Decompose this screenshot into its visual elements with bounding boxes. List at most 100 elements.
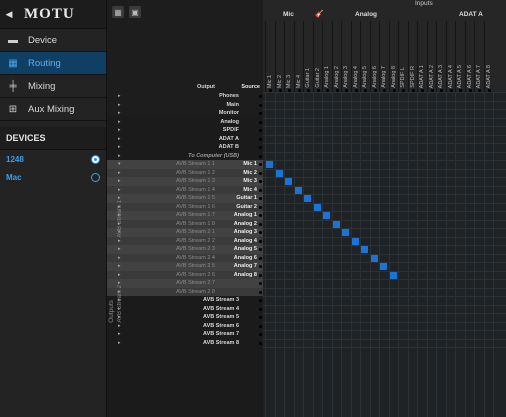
output-row-dot[interactable] <box>259 205 262 209</box>
input-column-mic-3[interactable]: Mic 3 <box>284 21 294 92</box>
output-row[interactable]: ▸ AVB Stream 1 7 Analog 1 <box>107 211 263 220</box>
expand-icon[interactable]: ▸ <box>118 169 121 178</box>
route-cell[interactable] <box>323 212 330 219</box>
output-row-dot[interactable] <box>259 265 262 268</box>
route-cell[interactable] <box>294 186 302 194</box>
output-row-dot[interactable] <box>259 248 262 251</box>
input-column-guitar-1[interactable]: Guitar 1 <box>303 21 313 92</box>
input-column-adat-a-7[interactable]: ADAT A 7 <box>474 21 484 92</box>
input-column-analog-7[interactable]: Analog 7 <box>379 21 389 92</box>
output-row-dot[interactable] <box>259 180 262 183</box>
input-column-adat-a-8[interactable]: ADAT A 8 <box>483 21 494 92</box>
nav-item-aux-mixing[interactable]: ⊞ Aux Mixing <box>0 98 106 121</box>
route-cell[interactable] <box>389 271 397 279</box>
input-column-adat-a-6[interactable]: ADAT A 6 <box>464 21 475 92</box>
output-row[interactable]: ▸ To Computer (USB) <box>107 152 263 161</box>
input-column-adat-a-4[interactable]: ADAT A 4 <box>445 21 456 92</box>
nav-item-device[interactable]: ▬ Device <box>0 29 106 52</box>
output-row-dot[interactable] <box>259 256 262 260</box>
input-column-adat-a-5[interactable]: ADAT A 5 <box>455 21 465 92</box>
output-row[interactable]: ▸ Analog <box>107 118 263 127</box>
device-item-1248[interactable]: 1248 <box>0 150 106 168</box>
expand-icon[interactable]: ▸ <box>118 237 121 246</box>
output-row-dot[interactable] <box>259 282 262 285</box>
output-row[interactable]: ▾ AVB Stream 2 1 Analog 3 <box>107 228 263 237</box>
input-column-spdif-r[interactable]: SPDIF R <box>407 21 418 92</box>
output-row-dot[interactable] <box>259 333 262 336</box>
save-icon[interactable]: ▦ <box>112 6 124 18</box>
output-row[interactable]: ▸ AVB Stream 6 <box>107 322 263 331</box>
back-icon[interactable]: ◀ <box>0 9 18 20</box>
input-column-analog-5[interactable]: Analog 5 <box>360 21 370 92</box>
output-row-dot[interactable] <box>259 231 262 234</box>
output-row[interactable]: ▸ AVB Stream 2 2 Analog 4 <box>107 236 263 246</box>
expand-icon[interactable]: ▸ <box>118 92 121 101</box>
input-column-analog-2[interactable]: Analog 2 <box>331 21 342 92</box>
output-row-dot[interactable] <box>259 307 262 311</box>
output-row[interactable]: ▸ AVB Stream 2 8 <box>107 287 263 296</box>
output-row[interactable]: ▸ AVB Stream 2 6 Analog 8 <box>107 270 263 280</box>
route-cell[interactable] <box>342 229 349 236</box>
input-column-analog-6[interactable]: Analog 6 <box>369 21 380 92</box>
output-row-dot[interactable] <box>259 163 262 166</box>
expand-icon[interactable]: ▸ <box>118 262 121 271</box>
expand-icon[interactable]: ▸ <box>118 254 121 263</box>
output-row-dot[interactable] <box>259 341 262 345</box>
expand-icon[interactable]: ▸ <box>118 177 121 186</box>
output-row[interactable]: ▸ AVB Stream 5 <box>107 313 263 322</box>
output-row-dot[interactable] <box>259 103 262 107</box>
expand-icon[interactable]: ▸ <box>118 101 121 110</box>
output-row-dot[interactable] <box>259 299 262 302</box>
expand-icon[interactable]: ▸ <box>118 322 121 331</box>
device-radio[interactable] <box>91 172 100 182</box>
output-row-dot[interactable] <box>259 154 262 158</box>
route-cell[interactable] <box>313 203 321 211</box>
route-cell[interactable] <box>266 161 273 168</box>
expand-icon[interactable]: ▸ <box>118 118 121 127</box>
expand-icon[interactable]: ▸ <box>118 339 121 348</box>
expand-icon[interactable]: ▸ <box>118 109 121 118</box>
output-row-dot[interactable] <box>259 324 262 328</box>
nav-item-routing[interactable]: ▦ Routing <box>0 52 106 75</box>
nav-item-mixing[interactable]: ╪ Mixing <box>0 75 106 98</box>
input-column-mic-1[interactable]: Mic 1 <box>265 21 275 92</box>
output-row[interactable]: ▸ AVB Stream 4 <box>107 305 263 314</box>
input-column-spdif-l[interactable]: SPDIF L <box>398 21 408 92</box>
output-row[interactable]: ▸ ADAT B <box>107 143 263 152</box>
expand-icon[interactable]: ▸ <box>118 245 121 254</box>
adat-a-group-label[interactable]: ADAT A <box>459 11 483 18</box>
expand-icon[interactable]: ▸ <box>118 271 121 280</box>
output-row-dot[interactable] <box>259 273 262 277</box>
lock-icon[interactable]: ▣ <box>129 6 141 18</box>
route-cell[interactable] <box>351 237 359 245</box>
output-row[interactable]: ▸ AVB Stream 2 5 Analog 7 <box>107 262 263 271</box>
output-row[interactable]: ▸ AVB Stream 2 4 Analog 6 <box>107 253 263 263</box>
output-row[interactable]: ▸ AVB Stream 1 3 Mic 3 <box>107 177 263 186</box>
output-row[interactable]: ▸ Monitor <box>107 109 263 118</box>
output-row-dot[interactable] <box>259 171 262 175</box>
output-row[interactable]: ▸ AVB Stream 2 3 Analog 5 <box>107 245 263 254</box>
route-cell[interactable] <box>370 254 378 262</box>
expand-icon[interactable]: ▸ <box>118 126 121 135</box>
output-row[interactable]: ▸ AVB Stream 1 5 Guitar 1 <box>107 194 263 203</box>
input-column-adat-a-1[interactable]: ADAT A 1 <box>417 21 427 92</box>
input-column-guitar-2[interactable]: Guitar 2 <box>312 21 323 92</box>
input-column-analog-3[interactable]: Analog 3 <box>341 21 351 92</box>
route-cell[interactable] <box>285 178 292 185</box>
route-cell[interactable] <box>380 263 387 270</box>
output-row[interactable]: ▸ AVB Stream 1 6 Guitar 2 <box>107 202 263 211</box>
output-row[interactable]: ▾ AVB Stream 1 1 Mic 1 <box>107 160 263 169</box>
output-row-dot[interactable] <box>259 112 262 115</box>
output-row-dot[interactable] <box>259 316 262 319</box>
output-row[interactable]: ▸ AVB Stream 1 2 Mic 2 <box>107 168 263 178</box>
output-row-dot[interactable] <box>259 222 262 226</box>
output-row[interactable]: ▸ AVB Stream 7 <box>107 330 263 339</box>
input-column-adat-a-3[interactable]: ADAT A 3 <box>436 21 446 92</box>
output-row[interactable]: ▸ Main <box>107 101 263 110</box>
output-row-dot[interactable] <box>259 137 262 141</box>
input-column-mic-2[interactable]: Mic 2 <box>274 21 285 92</box>
route-cell[interactable] <box>332 220 340 228</box>
input-column-analog-1[interactable]: Analog 1 <box>322 21 332 92</box>
analog-group-label[interactable]: Analog <box>355 11 377 18</box>
output-row[interactable]: ▸ Phones <box>107 92 263 101</box>
